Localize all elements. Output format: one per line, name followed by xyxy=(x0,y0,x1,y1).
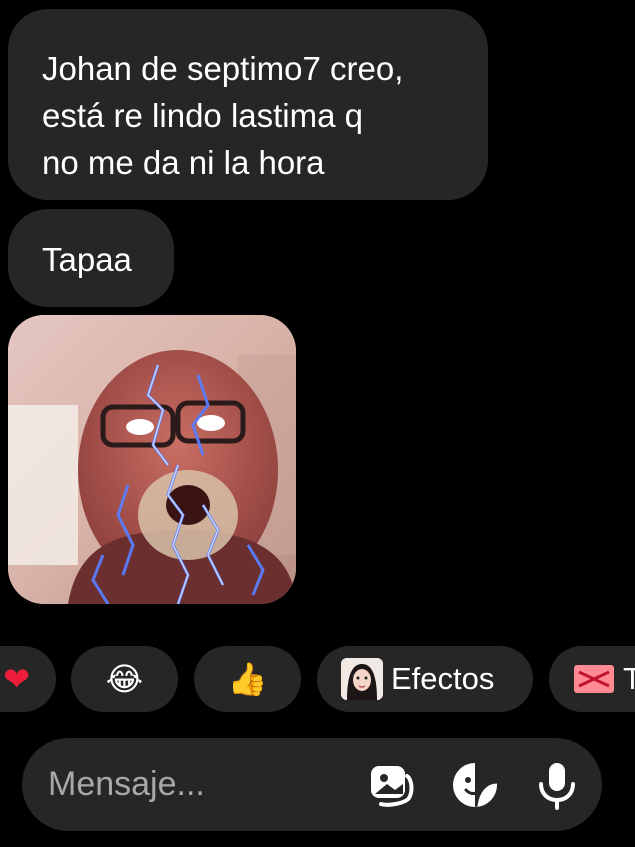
reaction-laugh-button[interactable]: 😂 xyxy=(71,646,178,712)
effects-button[interactable]: Efectos xyxy=(317,646,533,712)
message-bubble[interactable]: Johan de septimo7 creo, está re lindo la… xyxy=(8,9,488,200)
photo-message[interactable] xyxy=(8,315,296,604)
thumbs-up-icon: 👍 xyxy=(227,660,268,698)
gift-label: T xyxy=(623,661,635,696)
heart-icon: ❤ xyxy=(3,660,30,698)
message-composer xyxy=(22,738,602,831)
gift-button[interactable]: T xyxy=(549,646,635,712)
gallery-icon[interactable] xyxy=(367,760,417,810)
effects-label: Efectos xyxy=(391,661,495,696)
sticker-icon[interactable] xyxy=(450,760,500,810)
avatar-thumbnail-icon xyxy=(341,658,383,700)
chat-screen: Johan de septimo7 creo, está re lindo la… xyxy=(0,0,635,847)
message-bubble[interactable]: Tapaa xyxy=(8,209,174,307)
gift-icon xyxy=(573,664,615,694)
microphone-icon[interactable] xyxy=(532,760,582,810)
message-input[interactable] xyxy=(48,738,348,831)
laughing-emoji-icon: 😂 xyxy=(105,660,144,698)
quick-reactions-bar: ❤ 😂 👍 Efectos T xyxy=(0,646,635,712)
reaction-heart-button[interactable]: ❤ xyxy=(0,646,56,712)
photo-image xyxy=(8,315,296,604)
reaction-thumbs-up-button[interactable]: 👍 xyxy=(194,646,301,712)
